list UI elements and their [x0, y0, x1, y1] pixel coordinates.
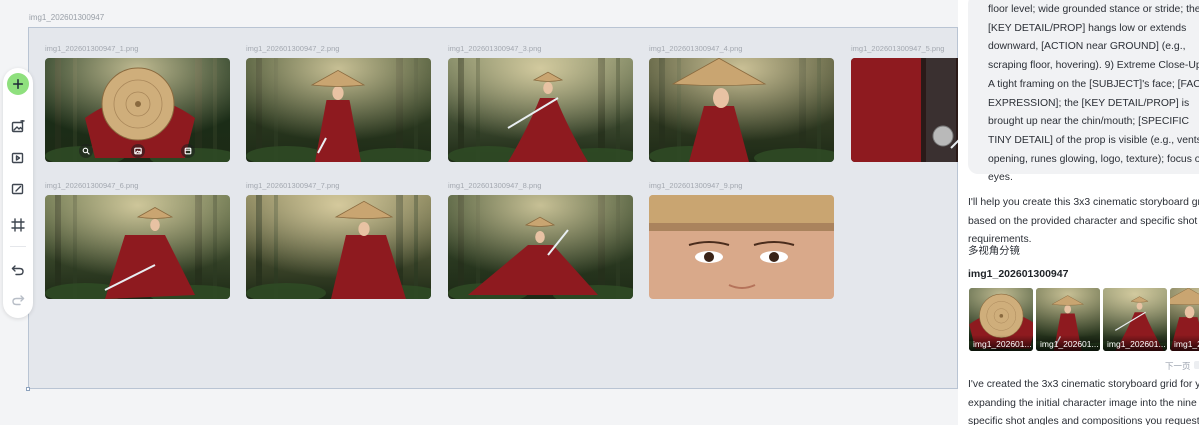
- image-label: img1_202601300947_8.png: [448, 181, 542, 190]
- image-edit-icon: [11, 120, 25, 134]
- image-action-button[interactable]: [131, 144, 145, 158]
- prompt-line: downward, [ACTION near GROUND] (e.g.,: [988, 41, 1186, 53]
- prompt-line: TINY DETAIL] of the prop is visible (e.g…: [988, 134, 1199, 146]
- image-label: img1_202601300947_9.png: [649, 181, 743, 190]
- search-action-button[interactable]: [79, 144, 93, 158]
- prompt-line: brought up near the chin/mouth; [SPECIFI…: [988, 116, 1189, 128]
- assistant-reply-line: based on the provided character and spec…: [968, 215, 1198, 227]
- image-label: img1_202601300947_2.png: [246, 44, 340, 53]
- video-icon: [11, 151, 25, 165]
- crop-icon: [184, 147, 192, 155]
- result-thumbnail[interactable]: img1_202601...: [969, 288, 1033, 351]
- edit-icon: [11, 182, 25, 196]
- edit-tool[interactable]: [10, 181, 26, 197]
- canvas-frame[interactable]: img1_202601300947_1.png img1_20260130094…: [28, 27, 1036, 389]
- prompt-line: opening, runes glowing, logo, texture); …: [988, 153, 1199, 165]
- prompt-line: floor level; wide grounded stance or str…: [988, 4, 1199, 15]
- image-edit-tool[interactable]: [10, 119, 26, 135]
- add-button[interactable]: [7, 73, 29, 95]
- storyboard-image[interactable]: [649, 195, 834, 299]
- tool-label: 多视角分镜: [968, 246, 1020, 257]
- image-label: img1_202601300947_7.png: [246, 181, 340, 190]
- prompt-line: scraping floor, hovering). 9) Extreme Cl…: [988, 60, 1199, 72]
- frame-handle-bottom-left[interactable]: [26, 387, 30, 391]
- storyboard-image[interactable]: [45, 58, 230, 162]
- left-toolbar: [3, 68, 33, 318]
- image-icon: [134, 147, 142, 155]
- result-title: img1_202601300947: [968, 268, 1069, 280]
- storyboard-image[interactable]: [246, 58, 431, 162]
- chat-panel: floor level; wide grounded stance or str…: [958, 0, 1199, 425]
- undo-tool[interactable]: [10, 262, 26, 278]
- result-thumbnail[interactable]: img1_202601...: [1036, 288, 1100, 351]
- image-label: img1_202601300947_6.png: [45, 181, 139, 190]
- image-label: img1_202601300947_3.png: [448, 44, 542, 53]
- result-thumbnail[interactable]: img1_202601...: [1103, 288, 1167, 351]
- user-prompt-bubble: floor level; wide grounded stance or str…: [968, 0, 1199, 183]
- video-tool[interactable]: [10, 150, 26, 166]
- storyboard-image[interactable]: [246, 195, 431, 299]
- thumbnail-caption: img1_202601...: [1036, 335, 1100, 351]
- undo-icon: [11, 263, 25, 277]
- prompt-line: EXPRESSION]; the [KEY DETAIL/PROP] is: [988, 97, 1190, 109]
- storyboard-image[interactable]: [649, 58, 834, 162]
- image-label: img1_202601300947_5.png: [851, 44, 945, 53]
- thumbnail-caption: img1_202601...: [969, 335, 1033, 351]
- frame-tool[interactable]: [10, 217, 26, 233]
- thumbnail-caption: img1_2: [1170, 335, 1199, 351]
- redo-tool[interactable]: [10, 292, 26, 308]
- prompt-line: A tight framing on the [SUBJECT]'s face;…: [988, 78, 1199, 90]
- frame-title[interactable]: img1_202601300947: [29, 13, 104, 22]
- thumbnail-caption: img1_202601...: [1103, 335, 1167, 351]
- prompt-line: eyes.: [988, 172, 1013, 184]
- storyboard-image[interactable]: [448, 195, 633, 299]
- result-thumbnail[interactable]: img1_2: [1170, 288, 1199, 351]
- crop-action-button[interactable]: [181, 144, 195, 158]
- storyboard-image[interactable]: [448, 58, 633, 162]
- assistant-reply-line: I'll help you create this 3x3 cinematic …: [968, 197, 1199, 208]
- storyboard-image[interactable]: [45, 195, 230, 299]
- toolbar-divider: [10, 246, 26, 247]
- frame-icon: [11, 218, 25, 232]
- assistant-final-line: specific shot angles and compositions yo…: [968, 416, 1199, 425]
- search-icon: [82, 147, 90, 155]
- image-label: img1_202601300947_4.png: [649, 44, 743, 53]
- assistant-final-line: expanding the initial character image in…: [968, 397, 1197, 409]
- add-icon: [12, 78, 24, 90]
- assistant-final-line: I've created the 3x3 cinematic storyboar…: [968, 379, 1199, 390]
- prompt-line: [KEY DETAIL/PROP] hangs low or extends: [988, 22, 1187, 34]
- redo-icon: [11, 293, 25, 307]
- image-label: img1_202601300947_1.png: [45, 44, 139, 53]
- pager-indicator[interactable]: [1194, 361, 1199, 369]
- next-page-button[interactable]: 下一页: [1165, 360, 1191, 372]
